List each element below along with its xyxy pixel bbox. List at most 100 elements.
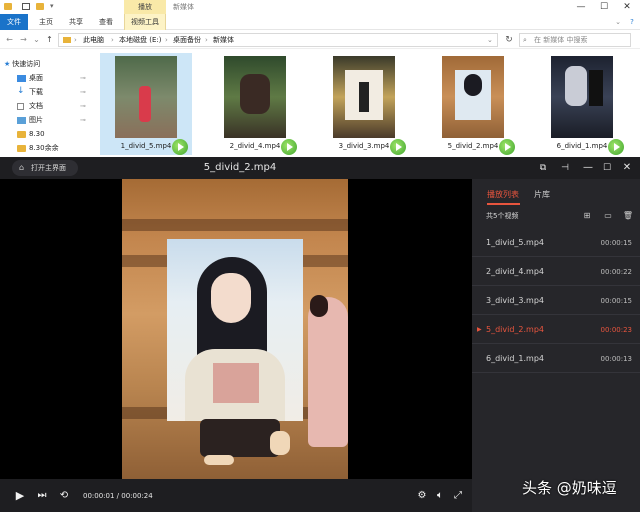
chevron-right-icon[interactable]: ›	[74, 34, 77, 46]
desktop-icon	[17, 75, 26, 82]
nav-item-label: 桌面	[29, 74, 43, 82]
playlist-item-active[interactable]: ▶ 5_divid_2.mp4 00:00:23	[472, 316, 640, 344]
playlist-item-duration: 00:00:22	[600, 268, 632, 276]
tab-home[interactable]: 主页	[34, 14, 58, 30]
download-icon: ↓	[17, 86, 25, 96]
video-thumbnail	[224, 56, 286, 138]
nav-item-folder-830[interactable]: 8.30	[0, 128, 94, 141]
forward-icon[interactable]: →	[18, 34, 29, 46]
playlist-item-duration: 00:00:15	[600, 297, 632, 305]
address-dropdown-icon[interactable]: ⌄	[487, 34, 493, 46]
collapse-ribbon-icon[interactable]: ⌄	[612, 14, 624, 30]
new-folder-icon[interactable]	[36, 3, 44, 10]
help-icon[interactable]: ?	[626, 14, 638, 30]
file-item[interactable]: 5_divid_2.mp4	[427, 53, 519, 155]
tab-file[interactable]: 文件	[0, 14, 28, 30]
time-display: 00:00:01 / 00:00:24	[83, 492, 153, 500]
active-tab-indicator	[487, 203, 520, 205]
video-player-window: ⌂ 打开主界面 5_divid_2.mp4 ⧉ ⊣ — ☐ ✕ ▶ ⏭ ⟲ 00…	[0, 157, 640, 512]
playlist-item[interactable]: 2_divid_4.mp4 00:00:22	[472, 258, 640, 286]
tab-playlist[interactable]: 播放列表	[487, 189, 519, 201]
tab-video-tools[interactable]: 视频工具	[124, 14, 166, 30]
loop-icon[interactable]: ⟲	[56, 488, 72, 504]
ribbon-tabs: 文件 主页 共享 查看 视频工具 ⌄ ?	[0, 14, 640, 30]
search-placeholder: 在 新媒体 中搜索	[534, 36, 588, 44]
breadcrumb-new-media[interactable]: 新媒体	[213, 34, 234, 46]
refresh-icon[interactable]: ↻	[502, 33, 516, 47]
playlist-item-name: 3_divid_3.mp4	[486, 296, 545, 305]
video-thumbnail	[551, 56, 613, 138]
nav-item-desktop[interactable]: 桌面 ⊸	[0, 72, 94, 85]
breadcrumb-desktop-backup[interactable]: 桌面备份	[173, 34, 201, 46]
file-explorer-window: ▾ 播放 新媒体 — ☐ ✕ 文件 主页 共享 查看 视频工具 ⌄ ? ← → …	[0, 0, 640, 157]
file-name: 2_divid_4.mp4	[229, 142, 281, 150]
back-icon[interactable]: ←	[4, 34, 15, 46]
maximize-button[interactable]: ☐	[592, 0, 616, 14]
playlist-item-name: 1_divid_5.mp4	[486, 238, 545, 247]
playlist-item-name: 2_divid_4.mp4	[486, 267, 545, 276]
player-titlebar: ⌂ 打开主界面 5_divid_2.mp4 ⧉ ⊣ — ☐ ✕	[0, 157, 640, 179]
close-button[interactable]: ✕	[617, 157, 637, 179]
up-icon[interactable]: ↑	[44, 34, 55, 46]
add-folder-icon[interactable]: ▭	[602, 210, 614, 222]
video-viewport[interactable]	[0, 179, 472, 505]
playlist-count: 共5个视频	[486, 212, 519, 220]
pin-icon: ⊸	[80, 102, 86, 110]
current-time: 00:00:01	[83, 492, 115, 500]
qa-dropdown-icon[interactable]: ▾	[50, 2, 58, 10]
chevron-right-icon[interactable]: ›	[111, 34, 114, 46]
nav-item-label: 文档	[29, 102, 43, 110]
play-icon[interactable]: ▶	[12, 488, 28, 504]
chevron-right-icon[interactable]: ›	[165, 34, 168, 46]
chevron-right-icon[interactable]: ›	[205, 34, 208, 46]
properties-icon[interactable]	[22, 3, 30, 10]
search-input[interactable]: ⌕ 在 新媒体 中搜索	[519, 33, 631, 47]
search-icon: ⌕	[523, 36, 527, 44]
pin-on-top-icon[interactable]: ⊣	[555, 157, 575, 179]
file-name: 3_divid_3.mp4	[338, 142, 390, 150]
nav-item-downloads[interactable]: ↓ 下载 ⊸	[0, 86, 94, 99]
screenshot-icon[interactable]: ⧉	[533, 157, 553, 179]
control-bar: ▶ ⏭ ⟲ 00:00:01 / 00:00:24 ⚙ 🔈︎ ⤢	[0, 480, 472, 512]
add-file-icon[interactable]: ⊞	[581, 210, 593, 222]
file-item[interactable]: 2_divid_4.mp4	[209, 53, 301, 155]
document-icon	[17, 103, 24, 110]
folder-icon	[17, 131, 26, 138]
pin-icon: ⊸	[80, 88, 86, 96]
folder-icon	[17, 145, 26, 152]
folder-icon[interactable]	[4, 3, 12, 10]
settings-icon[interactable]: ⚙	[414, 488, 430, 504]
file-item[interactable]: 3_divid_3.mp4	[318, 53, 410, 155]
nav-item-folder-830-extra[interactable]: 8.30余余	[0, 142, 94, 155]
home-icon: ⌂	[19, 163, 25, 172]
picture-icon	[17, 117, 26, 124]
tab-library[interactable]: 片库	[534, 189, 550, 201]
file-item[interactable]: 1_divid_5.mp4	[100, 53, 192, 155]
close-button[interactable]: ✕	[615, 0, 639, 14]
address-bar[interactable]: › 此电脑 › 本地磁盘 (E:) › 桌面备份 › 新媒体 ⌄	[58, 33, 498, 47]
pin-icon: ⊸	[80, 116, 86, 124]
maximize-button[interactable]: ☐	[597, 157, 617, 179]
breadcrumb-this-pc[interactable]: 此电脑	[83, 34, 104, 46]
breadcrumb-drive[interactable]: 本地磁盘 (E:)	[119, 34, 161, 46]
nav-item-pictures[interactable]: 图片 ⊸	[0, 114, 94, 127]
minimize-button[interactable]: —	[578, 157, 598, 179]
playlist-item[interactable]: 3_divid_3.mp4 00:00:15	[472, 287, 640, 315]
nav-item-documents[interactable]: 文档 ⊸	[0, 100, 94, 113]
video-frame	[122, 179, 348, 479]
video-thumbnail	[115, 56, 177, 138]
tab-share[interactable]: 共享	[64, 14, 88, 30]
playlist-item[interactable]: 1_divid_5.mp4 00:00:15	[472, 229, 640, 257]
fullscreen-icon[interactable]: ⤢	[450, 488, 466, 504]
next-icon[interactable]: ⏭	[34, 488, 50, 504]
delete-icon[interactable]: 🗑︎	[622, 210, 634, 222]
file-item[interactable]: 6_divid_1.mp4	[536, 53, 628, 155]
minimize-button[interactable]: —	[569, 0, 593, 14]
quick-access[interactable]: ★ 快速访问	[4, 58, 40, 71]
playlist-item[interactable]: 6_divid_1.mp4 00:00:13	[472, 345, 640, 373]
open-main-interface-button[interactable]: ⌂ 打开主界面	[12, 160, 78, 176]
volume-icon[interactable]: 🔈︎	[432, 488, 448, 504]
tab-view[interactable]: 查看	[94, 14, 118, 30]
pin-icon: ⊸	[80, 74, 86, 82]
recent-dropdown-icon[interactable]: ⌄	[31, 34, 42, 46]
